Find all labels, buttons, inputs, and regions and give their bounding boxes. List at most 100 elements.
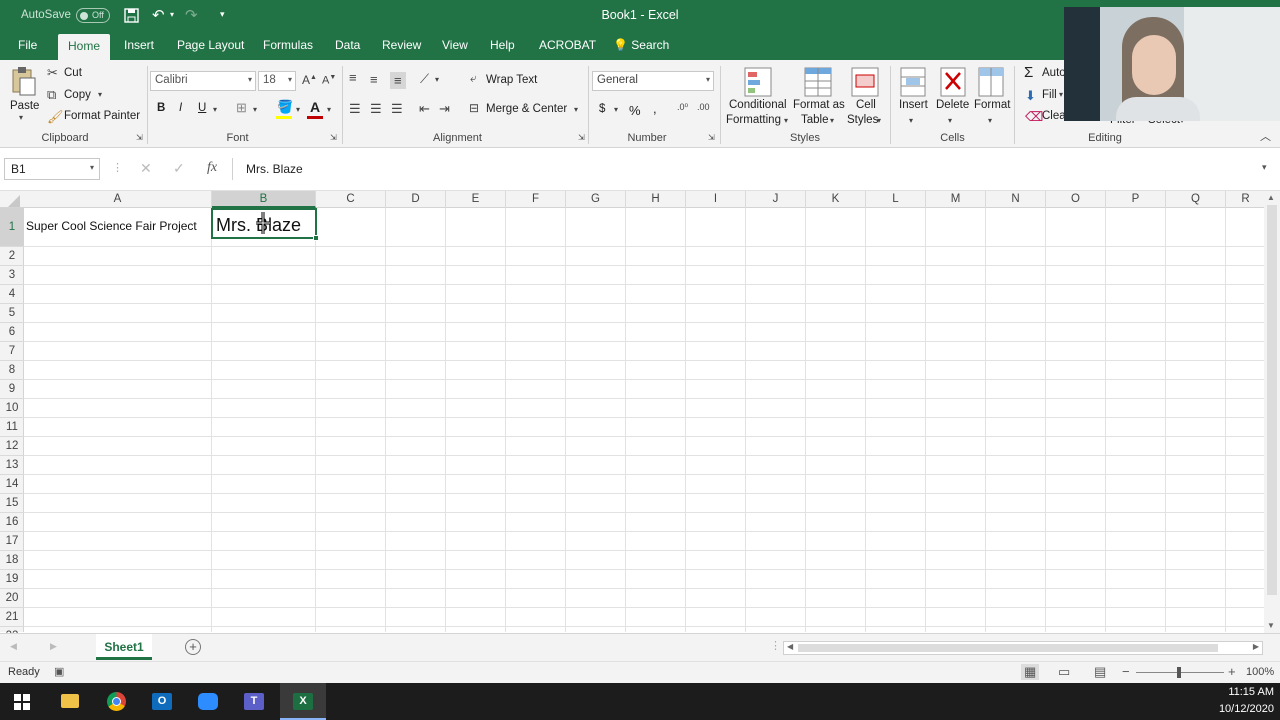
name-box[interactable]: B1 ▾ (4, 158, 100, 180)
number-format-box[interactable]: General ▾ (592, 71, 714, 91)
font-name-box[interactable]: Calibri ▾ (150, 71, 256, 91)
copy-dropdown-icon[interactable]: ▾ (98, 91, 102, 99)
excel-taskbar-button[interactable]: X (280, 683, 326, 720)
row-header-6[interactable]: 6 (0, 323, 24, 342)
cell-A1[interactable]: Super Cool Science Fair Project (26, 219, 197, 233)
tab-page-layout[interactable]: Page Layout (177, 38, 244, 52)
column-header-o[interactable]: O (1046, 191, 1106, 208)
save-icon[interactable] (124, 8, 139, 23)
undo-icon[interactable]: ↶ (152, 6, 165, 24)
chrome-icon[interactable] (107, 692, 126, 711)
row-header-4[interactable]: 4 (0, 285, 24, 304)
zoom-slider-thumb[interactable] (1177, 667, 1181, 678)
column-header-e[interactable]: E (446, 191, 506, 208)
align-center-icon[interactable]: ☰ (370, 102, 382, 115)
orientation-icon[interactable]: ⟋ (420, 72, 429, 85)
font-size-box[interactable]: 18 ▾ (258, 71, 296, 91)
row-header-12[interactable]: 12 (0, 437, 24, 456)
font-color-icon[interactable]: A (310, 100, 320, 114)
undo-dropdown-icon[interactable]: ▾ (170, 10, 174, 19)
fill-color-icon[interactable]: 🪣 (277, 100, 293, 113)
row-header-15[interactable]: 15 (0, 494, 24, 513)
select-all-icon[interactable] (8, 195, 20, 207)
column-header-c[interactable]: C (316, 191, 386, 208)
paste-button[interactable]: Paste (10, 100, 39, 112)
row-header-16[interactable]: 16 (0, 513, 24, 532)
zoom-out-icon[interactable]: − (1122, 664, 1130, 679)
next-sheet-icon[interactable]: ▶ (50, 641, 57, 652)
column-header-r[interactable]: R (1226, 191, 1266, 208)
orientation-dropdown-icon[interactable]: ▾ (435, 76, 439, 84)
clipboard-launcher-icon[interactable]: ⇲ (136, 134, 143, 142)
clear-button[interactable]: Clea (1042, 110, 1066, 122)
autosum-button[interactable]: Auto (1042, 67, 1066, 79)
collapse-ribbon-icon[interactable]: ︿ (1260, 132, 1271, 143)
column-header-g[interactable]: G (566, 191, 626, 208)
comma-button[interactable]: , (653, 101, 657, 116)
italic-button[interactable]: I (179, 102, 182, 114)
insert-function-button[interactable]: fx (207, 160, 217, 176)
currency-dropdown-icon[interactable]: ▾ (614, 106, 618, 114)
align-middle-icon[interactable]: ≡ (370, 73, 378, 86)
align-left-icon[interactable]: ☰ (349, 102, 361, 115)
column-header-f[interactable]: F (506, 191, 566, 208)
format-as-table-button[interactable]: Format as (793, 99, 845, 111)
delete-button[interactable]: Delete (936, 99, 969, 111)
underline-dropdown-icon[interactable]: ▾ (213, 106, 217, 114)
align-bottom-icon[interactable]: ≡ (390, 72, 406, 89)
column-header-i[interactable]: I (686, 191, 746, 208)
row-header-10[interactable]: 10 (0, 399, 24, 418)
font-color-dropdown-icon[interactable]: ▾ (327, 106, 331, 114)
number-launcher-icon[interactable]: ⇲ (708, 134, 715, 142)
search-box[interactable]: 💡 Search (613, 38, 669, 52)
customize-qat-icon[interactable]: ▾ (220, 9, 225, 20)
row-header-1[interactable]: 1 (0, 208, 24, 247)
column-header-q[interactable]: Q (1166, 191, 1226, 208)
insert-dropdown-icon[interactable]: ▾ (909, 117, 913, 125)
row-header-21[interactable]: 21 (0, 608, 24, 627)
row-header-2[interactable]: 2 (0, 247, 24, 266)
name-box-dropdown-icon[interactable]: ▾ (90, 163, 94, 172)
outlook-icon[interactable]: O (152, 693, 172, 710)
column-header-h[interactable]: H (626, 191, 686, 208)
tab-formulas[interactable]: Formulas (263, 38, 313, 52)
cell-grid[interactable]: Super Cool Science Fair Project Mrs. Bla… (24, 208, 1264, 632)
windows-start-icon[interactable] (14, 694, 30, 710)
tab-review[interactable]: Review (382, 38, 421, 52)
tab-data[interactable]: Data (335, 38, 360, 52)
format-dropdown-icon[interactable]: ▾ (988, 117, 992, 125)
conditional-dropdown-icon[interactable]: ▾ (784, 117, 788, 125)
column-header-j[interactable]: J (746, 191, 806, 208)
tab-view[interactable]: View (442, 38, 468, 52)
sheet-tab-sheet1[interactable]: Sheet1 (96, 634, 152, 660)
merge-dropdown-icon[interactable]: ▾ (574, 106, 578, 114)
decrease-font-icon[interactable]: A▼ (322, 74, 336, 87)
file-explorer-icon[interactable] (61, 694, 79, 708)
normal-view-icon[interactable]: ▦ (1021, 664, 1040, 680)
alignment-launcher-icon[interactable]: ⇲ (578, 134, 585, 142)
insert-button[interactable]: Insert (899, 99, 928, 111)
column-header-p[interactable]: P (1106, 191, 1166, 208)
row-header-11[interactable]: 11 (0, 418, 24, 437)
row-header-19[interactable]: 19 (0, 570, 24, 589)
cell-styles-button[interactable]: Cell (856, 99, 876, 111)
taskbar-date[interactable]: 10/12/2020 (1208, 703, 1274, 715)
row-header-17[interactable]: 17 (0, 532, 24, 551)
borders-dropdown-icon[interactable]: ▾ (253, 106, 257, 114)
tab-file[interactable]: File (18, 38, 37, 52)
format-button[interactable]: Format (974, 99, 1010, 111)
row-header-13[interactable]: 13 (0, 456, 24, 475)
column-header-b[interactable]: B (212, 191, 316, 208)
paste-icon[interactable] (11, 66, 37, 96)
underline-button[interactable]: U (198, 102, 206, 114)
delete-dropdown-icon[interactable]: ▾ (948, 117, 952, 125)
conditional-formatting-button[interactable]: Conditional (729, 99, 787, 111)
zoom-app-icon[interactable] (198, 693, 218, 710)
column-header-d[interactable]: D (386, 191, 446, 208)
zoom-in-icon[interactable]: + (1228, 664, 1236, 679)
scroll-right-icon[interactable]: ▶ (1253, 642, 1259, 651)
format-painter-button[interactable]: Format Painter (64, 110, 140, 122)
row-header-3[interactable]: 3 (0, 266, 24, 285)
tab-help[interactable]: Help (490, 38, 515, 52)
row-header-9[interactable]: 9 (0, 380, 24, 399)
